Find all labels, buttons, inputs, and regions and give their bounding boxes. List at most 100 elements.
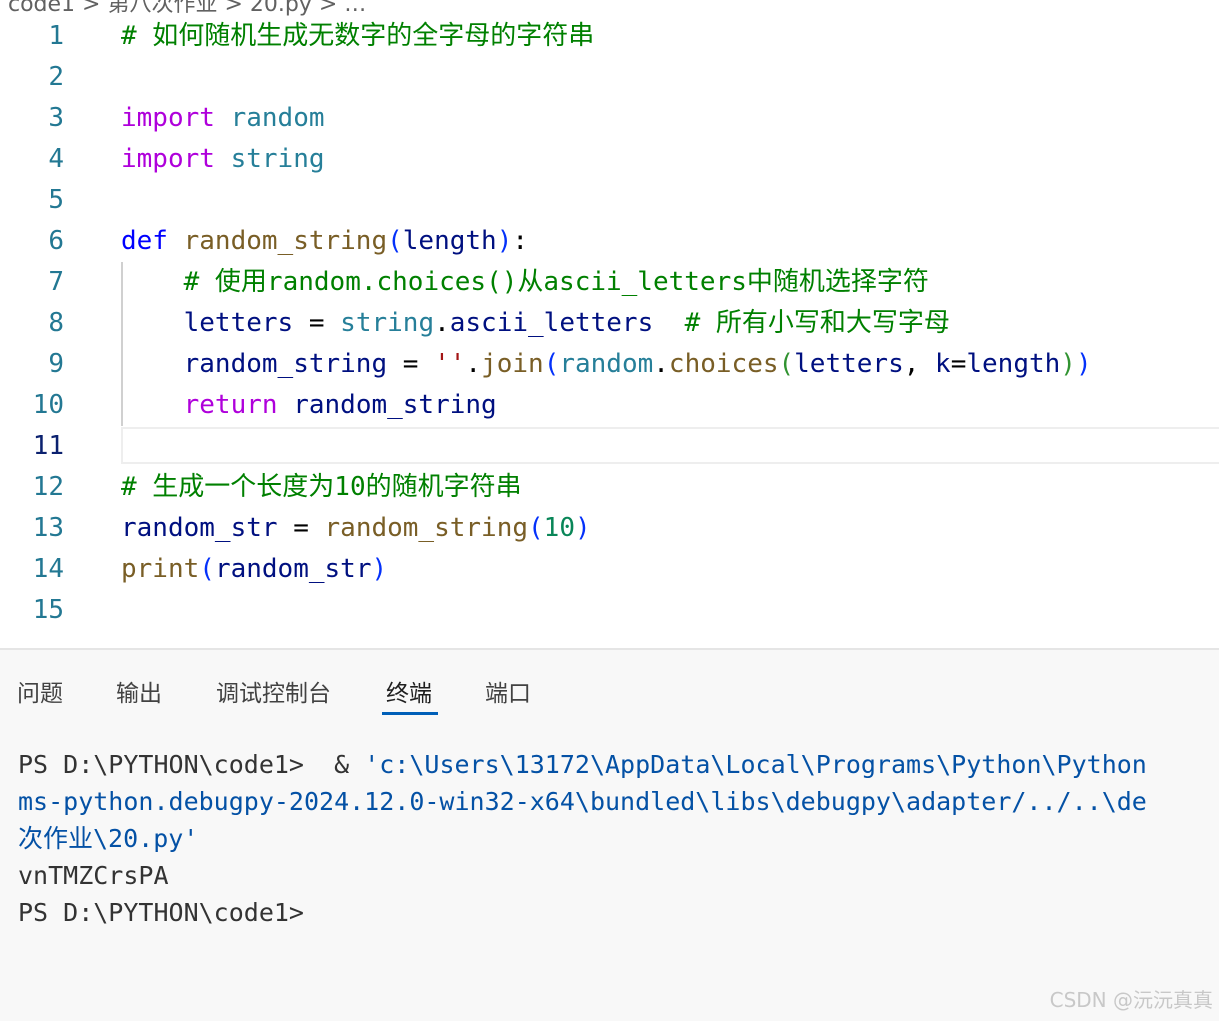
code-token: ( — [387, 226, 403, 256]
code-token: join — [481, 349, 544, 379]
code-token: = — [277, 513, 325, 543]
code-line[interactable]: 6 def random_string(length): — [0, 221, 1219, 262]
code-token: ( — [543, 349, 560, 379]
code-token: , — [903, 349, 936, 379]
code-token: random_str — [214, 554, 372, 584]
code-editor[interactable]: code1 > 第八次作业 > 20.py > … 1 # 如何随机生成无数字的全… — [0, 0, 1219, 648]
code-line[interactable]: 13 random_str = random_string(10) — [0, 508, 1219, 549]
terminal-text: vnTMZCrsPA — [18, 861, 169, 890]
code-token: ) — [1060, 349, 1076, 379]
code-token: random_string — [183, 349, 388, 379]
tab-debug-console[interactable]: 调试控制台 — [216, 674, 331, 708]
code-token: . — [653, 349, 669, 379]
line-number: 8 — [48, 308, 64, 338]
code-line[interactable]: 2 — [0, 57, 1219, 98]
code-line[interactable]: 14 print(random_str) — [0, 549, 1219, 590]
code-line[interactable]: 4 import string — [0, 139, 1219, 180]
code-text: # 如何随机生成无数字的全字母的字符串 — [121, 16, 594, 57]
code-text: # 生成一个长度为10的随机字符串 — [121, 467, 522, 508]
tab-ports[interactable]: 端口 — [485, 674, 531, 708]
code-token: . — [465, 349, 482, 379]
code-token: random_string — [324, 513, 529, 543]
code-token: : — [512, 226, 529, 256]
vscode-window: code1 > 第八次作业 > 20.py > … 1 # 如何随机生成无数字的全… — [0, 0, 1219, 1021]
terminal-output[interactable]: PS D:\PYTHON\code1> & 'c:\Users\13172\Ap… — [18, 746, 1219, 1016]
line-number: 4 — [48, 144, 64, 174]
line-number: 15 — [32, 595, 64, 625]
line-number: 5 — [48, 185, 64, 215]
code-token: choices — [668, 349, 779, 379]
code-text: letters = string.ascii_letters # 所有小写和大写… — [121, 303, 950, 344]
line-number: 14 — [32, 554, 64, 584]
code-line[interactable]: 1 # 如何随机生成无数字的全字母的字符串 — [0, 16, 1219, 57]
code-token: = — [293, 308, 341, 338]
code-token: return — [183, 390, 278, 420]
code-line[interactable]: 7 # 使用random.choices()从ascii_letters中随机选… — [0, 262, 1219, 303]
code-text: return random_string — [121, 385, 497, 426]
code-text: random_string = ''.join(random.choices(l… — [121, 344, 1092, 385]
code-text: def random_string(length): — [121, 221, 528, 262]
terminal-text: 次作业\20.py' — [18, 824, 199, 853]
code-token: letters — [794, 349, 904, 379]
code-token: random — [559, 349, 654, 379]
code-token: ) — [1075, 349, 1092, 379]
code-token: . — [434, 308, 450, 338]
code-token: k — [935, 349, 951, 379]
code-token: string — [230, 144, 325, 174]
code-token: import — [121, 103, 215, 133]
line-number: 1 — [48, 21, 64, 51]
code-line[interactable]: 3 import random — [0, 98, 1219, 139]
line-number: 6 — [48, 226, 64, 256]
terminal-text: PS D:\PYTHON\code1> & — [18, 750, 365, 779]
code-token: '' — [434, 349, 466, 379]
terminal-line: 次作业\20.py' — [18, 820, 1219, 857]
code-token: ) — [371, 554, 388, 584]
code-line[interactable]: 8 letters = string.ascii_letters # 所有小写和… — [0, 303, 1219, 344]
code-token: random_str — [121, 513, 278, 543]
code-token: = — [387, 349, 435, 379]
code-line[interactable]: 5 — [0, 180, 1219, 221]
tab-terminal[interactable]: 终端 — [386, 674, 432, 708]
bottom-panel: 问题 输出 调试控制台 终端 端口 PS D:\PYTHON\code1> & … — [0, 648, 1219, 1021]
code-token: random_string — [293, 390, 497, 420]
code-line[interactable]: 12 # 生成一个长度为10的随机字符串 — [0, 467, 1219, 508]
code-token: = — [950, 349, 967, 379]
code-text: import random — [121, 98, 325, 139]
code-line[interactable]: 9 random_string = ''.join(random.choices… — [0, 344, 1219, 385]
code-token: ascii_letters — [449, 308, 654, 338]
line-number: 13 — [32, 513, 64, 543]
code-text: # 使用random.choices()从ascii_letters中随机选择字… — [121, 262, 929, 303]
code-line[interactable]: 11 — [0, 426, 1219, 467]
tab-problems[interactable]: 问题 — [17, 674, 63, 708]
code-token: random_string — [183, 226, 388, 256]
code-token: string — [340, 308, 435, 338]
line-number: 2 — [48, 62, 64, 92]
terminal-line: PS D:\PYTHON\code1> & 'c:\Users\13172\Ap… — [18, 746, 1219, 783]
terminal-line: ms-python.debugpy-2024.12.0-win32-x64\bu… — [18, 783, 1219, 820]
code-token: length — [402, 226, 497, 256]
code-text: random_str = random_string(10) — [121, 508, 591, 549]
code-line[interactable]: 15 — [0, 590, 1219, 631]
terminal-line: vnTMZCrsPA — [18, 857, 1219, 894]
code-token: 10 — [543, 513, 575, 543]
code-token: ) — [574, 513, 591, 543]
code-line[interactable]: 10 return random_string — [0, 385, 1219, 426]
code-token: ( — [528, 513, 544, 543]
line-number: 10 — [32, 390, 64, 420]
code-token: ) — [496, 226, 513, 256]
code-text: import string — [121, 139, 325, 180]
code-token: letters — [183, 308, 294, 338]
code-token: # 使用random.choices()从ascii_letters中随机选择字… — [183, 267, 929, 297]
line-number: 9 — [48, 349, 64, 379]
terminal-text: PS D:\PYTHON\code1> — [18, 898, 304, 927]
tab-output[interactable]: 输出 — [116, 674, 162, 708]
code-token: length — [966, 349, 1061, 379]
